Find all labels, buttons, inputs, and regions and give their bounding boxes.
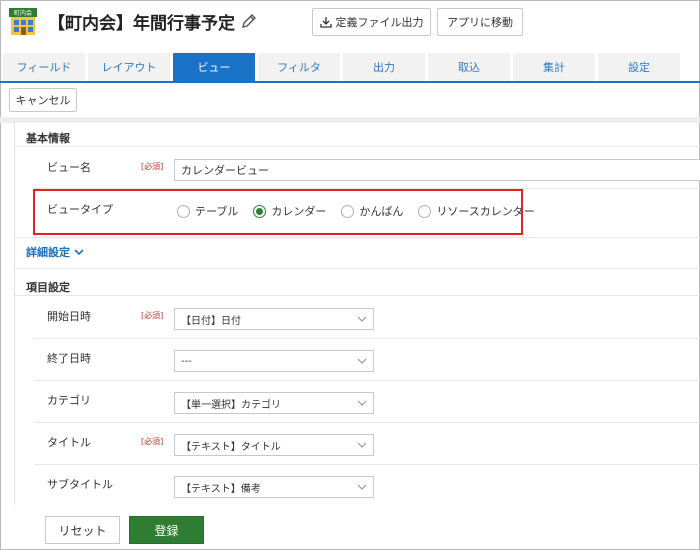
tab-output[interactable]: 出力 xyxy=(343,53,425,81)
app-icon-label: 町内会 xyxy=(14,9,32,17)
download-icon xyxy=(319,17,332,28)
divider xyxy=(15,295,700,296)
required-tag: [必須] xyxy=(141,311,164,320)
view-name-input[interactable]: カレンダービュー xyxy=(174,159,700,181)
tab-view[interactable]: ビュー xyxy=(173,53,255,81)
required-tag: [必須] xyxy=(141,437,164,446)
select-value: 【単一選択】カテゴリ xyxy=(181,399,281,411)
basic-info-title: 基本情報 xyxy=(26,132,70,145)
tab-bar: フィールド レイアウト ビュー フィルタ 出力 取込 集計 設定 xyxy=(3,53,697,81)
divider xyxy=(15,146,700,147)
subtitle-select[interactable]: 【テキスト】備考 xyxy=(174,476,374,498)
tab-filter[interactable]: フィルタ xyxy=(258,53,340,81)
start-datetime-select[interactable]: 【日付】日付 xyxy=(174,308,374,330)
chevron-down-icon xyxy=(357,442,367,448)
select-value: --- xyxy=(181,355,192,367)
divider xyxy=(34,380,700,381)
select-value: 【テキスト】備考 xyxy=(181,483,261,495)
tab-underline xyxy=(0,81,700,83)
divider xyxy=(15,237,700,238)
pencil-edit-icon[interactable] xyxy=(241,13,257,29)
end-datetime-select[interactable]: --- xyxy=(174,350,374,372)
cancel-button[interactable]: キャンセル xyxy=(9,88,77,112)
chevron-down-icon xyxy=(357,484,367,490)
app-title-text: 【町内会】年間行事予定 xyxy=(48,13,235,34)
go-to-app-button[interactable]: アプリに移動 xyxy=(437,8,523,36)
select-value: 【テキスト】タイトル xyxy=(181,441,281,453)
reset-button[interactable]: リセット xyxy=(45,516,120,544)
app-building-icon: 町内会 xyxy=(9,8,37,35)
view-name-label: ビュー名 xyxy=(47,161,91,174)
title-label: タイトル xyxy=(47,436,91,449)
highlight-annotation-box xyxy=(33,189,523,235)
tab-field[interactable]: フィールド xyxy=(3,53,85,81)
divider xyxy=(15,268,700,269)
category-label: カテゴリ xyxy=(47,394,91,407)
divider xyxy=(34,464,700,465)
category-select[interactable]: 【単一選択】カテゴリ xyxy=(174,392,374,414)
end-datetime-label: 終了日時 xyxy=(47,352,91,365)
app-title: 【町内会】年間行事予定 xyxy=(48,8,257,34)
required-tag: [必須] xyxy=(141,162,164,171)
subtitle-label: サブタイトル xyxy=(47,478,113,491)
register-button[interactable]: 登録 xyxy=(129,516,204,544)
chevron-down-icon xyxy=(357,316,367,322)
tab-import[interactable]: 取込 xyxy=(428,53,510,81)
tab-aggregate[interactable]: 集計 xyxy=(513,53,595,81)
title-select[interactable]: 【テキスト】タイトル xyxy=(174,434,374,456)
export-definition-button[interactable]: 定義ファイル出力 xyxy=(312,8,431,36)
select-value: 【日付】日付 xyxy=(181,315,241,327)
detail-settings-label: 詳細設定 xyxy=(26,246,70,259)
divider xyxy=(34,422,700,423)
export-button-label: 定義ファイル出力 xyxy=(335,16,424,29)
tab-layout[interactable]: レイアウト xyxy=(88,53,170,81)
chevron-down-icon xyxy=(74,249,84,256)
detail-settings-toggle[interactable]: 詳細設定 xyxy=(26,244,84,260)
chevron-down-icon xyxy=(357,358,367,364)
item-settings-title: 項目設定 xyxy=(26,281,70,294)
divider xyxy=(34,338,700,339)
tab-settings[interactable]: 設定 xyxy=(598,53,680,81)
start-datetime-label: 開始日時 xyxy=(47,310,91,323)
chevron-down-icon xyxy=(357,400,367,406)
go-to-app-label: アプリに移動 xyxy=(447,16,513,29)
